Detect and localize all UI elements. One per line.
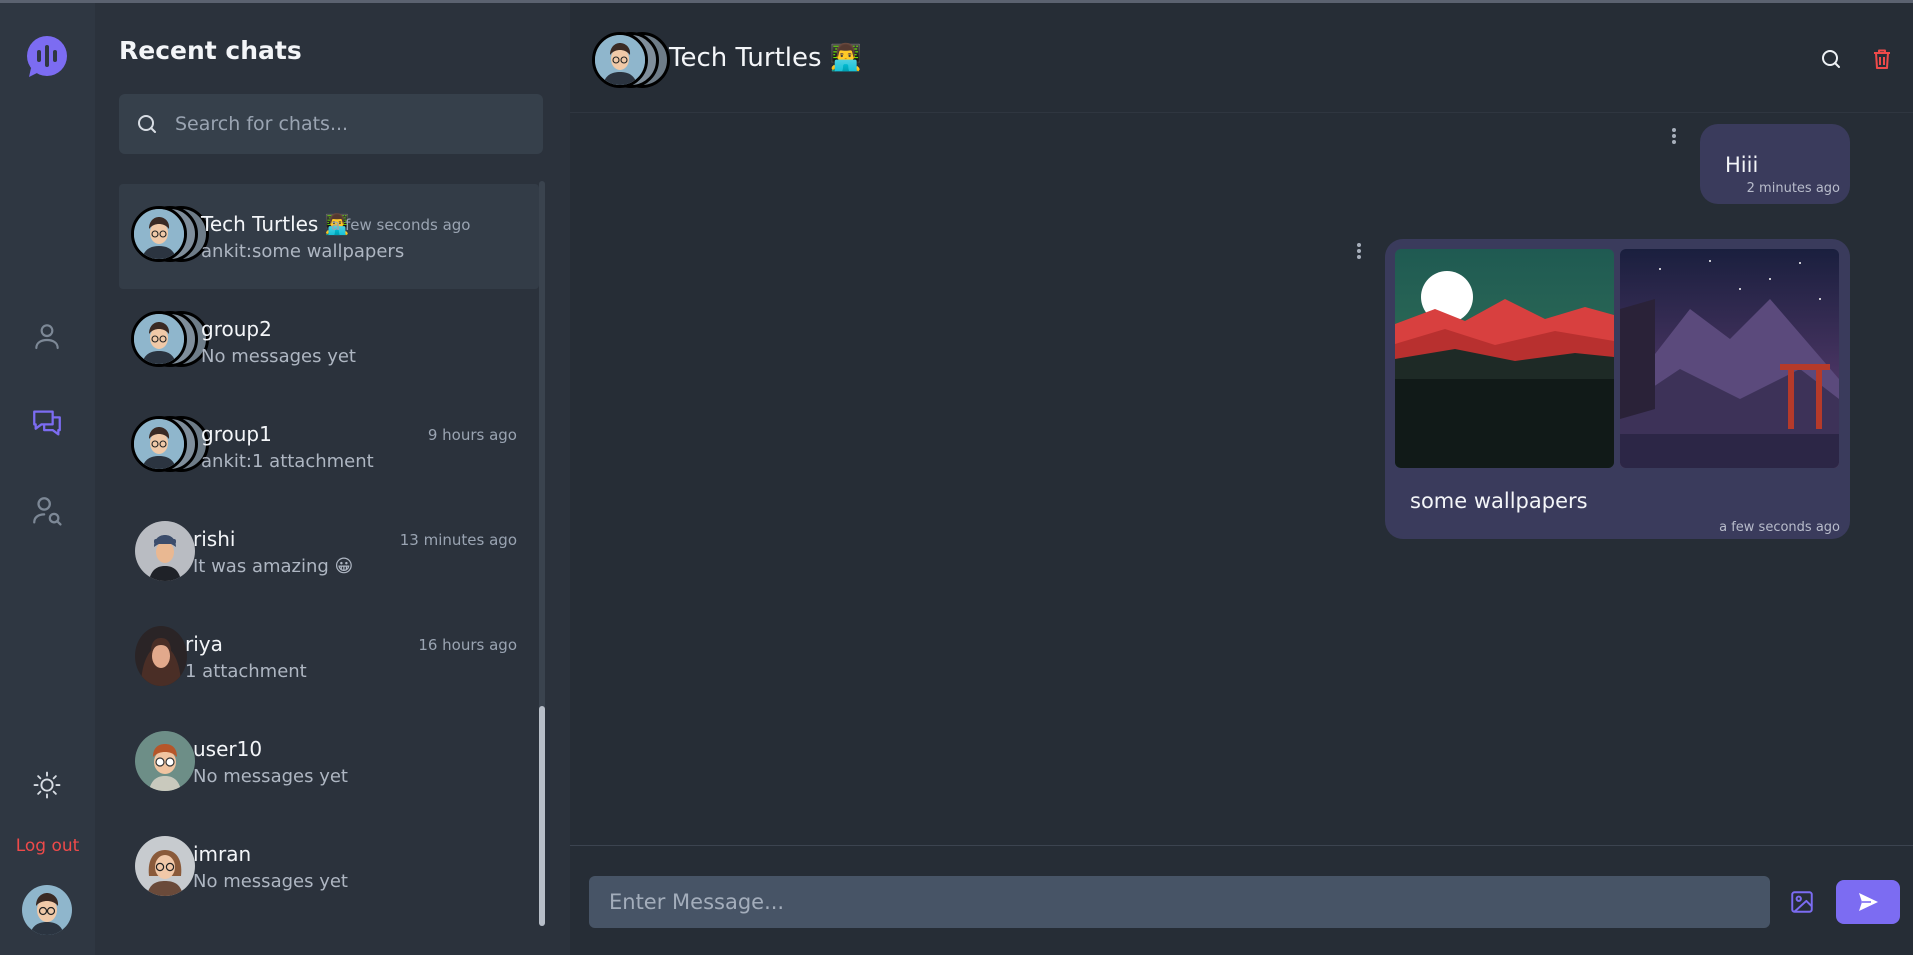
search-messages-button[interactable] xyxy=(1815,43,1847,75)
trash-icon xyxy=(1874,49,1890,69)
chat-list-item[interactable]: Tech Turtles 👨‍💻 a few seconds ago ankit… xyxy=(119,184,539,289)
message-time: 2 minutes ago xyxy=(1746,181,1840,196)
search-icon xyxy=(1822,50,1840,68)
chat-name: group2 xyxy=(201,317,272,341)
send-icon xyxy=(1859,893,1878,911)
chat-name: rishi xyxy=(193,527,236,551)
chat-preview: No messages yet xyxy=(201,346,356,367)
chat-time: 9 hours ago xyxy=(427,426,517,444)
chat-time: 16 hours ago xyxy=(418,636,517,654)
message-composer[interactable] xyxy=(589,876,1770,928)
scrollbar-thumb[interactable] xyxy=(539,706,545,926)
message-input[interactable] xyxy=(609,890,1749,914)
theme-toggle-button[interactable] xyxy=(27,765,67,805)
chat-list-item[interactable]: group2 No messages yet xyxy=(119,289,539,394)
chat-list-item[interactable]: imran No messages yet xyxy=(119,814,539,919)
sidebar-title: Recent chats xyxy=(119,36,302,65)
chat-header: Tech Turtles 👨‍💻 xyxy=(570,3,1913,113)
message-bubble: Hiii 2 minutes ago xyxy=(1700,124,1850,204)
chat-list-item[interactable]: user10 No messages yet xyxy=(119,709,539,814)
chat-preview: No messages yet xyxy=(193,766,348,787)
left-nav-rail: Log out xyxy=(0,3,95,955)
chats-icon xyxy=(33,410,61,436)
chat-list-scrollbar[interactable] xyxy=(539,181,545,926)
chats-nav-button[interactable] xyxy=(27,403,67,443)
user-avatar xyxy=(135,626,187,686)
message-text: some wallpapers xyxy=(1410,489,1588,513)
profile-nav-button[interactable] xyxy=(27,316,67,356)
chat-preview: ankit:1 attachment xyxy=(201,451,374,472)
chat-list-item[interactable]: rishi 13 minutes ago It was amazing 😀 xyxy=(119,499,539,604)
group-avatar xyxy=(131,311,211,369)
find-users-nav-button[interactable] xyxy=(27,491,67,531)
chat-list-item[interactable]: group1 9 hours ago ankit:1 attachment xyxy=(119,394,539,499)
chat-preview: ankit:some wallpapers xyxy=(201,241,405,262)
chat-name: imran xyxy=(193,842,252,866)
chat-preview: 1 attachment xyxy=(185,661,307,682)
search-icon xyxy=(138,115,156,133)
delete-chat-button[interactable] xyxy=(1866,43,1898,75)
chat-list: Tech Turtles 👨‍💻 a few seconds ago ankit… xyxy=(119,184,539,949)
send-button[interactable] xyxy=(1836,880,1900,924)
chat-list-item[interactable]: riya 16 hours ago 1 attachment xyxy=(119,604,539,709)
group-avatar xyxy=(131,206,211,264)
chat-preview: It was amazing 😀 xyxy=(193,556,354,577)
attachment-image[interactable] xyxy=(1395,249,1614,468)
current-user-avatar[interactable] xyxy=(22,885,72,935)
chat-search-input[interactable] xyxy=(175,113,525,135)
message-options-button[interactable] xyxy=(1352,240,1366,262)
chat-preview: No messages yet xyxy=(193,871,348,892)
sun-icon xyxy=(33,771,61,799)
chat-name: Tech Turtles 👨‍💻 xyxy=(201,212,350,236)
user-avatar xyxy=(135,836,195,896)
attachment-image[interactable] xyxy=(1620,249,1839,468)
chat-time: a few seconds ago xyxy=(331,216,471,234)
attach-image-button[interactable] xyxy=(1787,887,1817,917)
user-icon xyxy=(35,324,59,350)
chat-name: user10 xyxy=(193,737,263,761)
chat-window: Tech Turtles 👨‍💻 Hiii 2 minutes ago xyxy=(570,3,1913,955)
logo-icon[interactable] xyxy=(25,35,69,79)
chats-sidebar: Recent chats Tech Turtles 👨‍💻 a few seco… xyxy=(95,3,570,955)
logout-link[interactable]: Log out xyxy=(0,836,95,856)
group-avatar[interactable] xyxy=(592,32,672,90)
chat-title[interactable]: Tech Turtles 👨‍💻 xyxy=(669,43,862,73)
group-avatar xyxy=(131,416,211,474)
message-options-button[interactable] xyxy=(1667,125,1681,147)
user-avatar xyxy=(135,731,195,791)
composer-divider xyxy=(570,845,1913,846)
chat-name: group1 xyxy=(201,422,272,446)
message-text: Hiii xyxy=(1725,153,1759,177)
message-bubble: some wallpapers a few seconds ago xyxy=(1385,239,1850,539)
user-avatar xyxy=(135,521,195,581)
chat-name: riya xyxy=(185,632,223,656)
chat-search-box[interactable] xyxy=(119,94,543,154)
message-time: a few seconds ago xyxy=(1719,520,1840,535)
image-icon xyxy=(1791,891,1813,913)
user-search-icon xyxy=(33,497,62,526)
chat-time: 13 minutes ago xyxy=(399,531,517,549)
